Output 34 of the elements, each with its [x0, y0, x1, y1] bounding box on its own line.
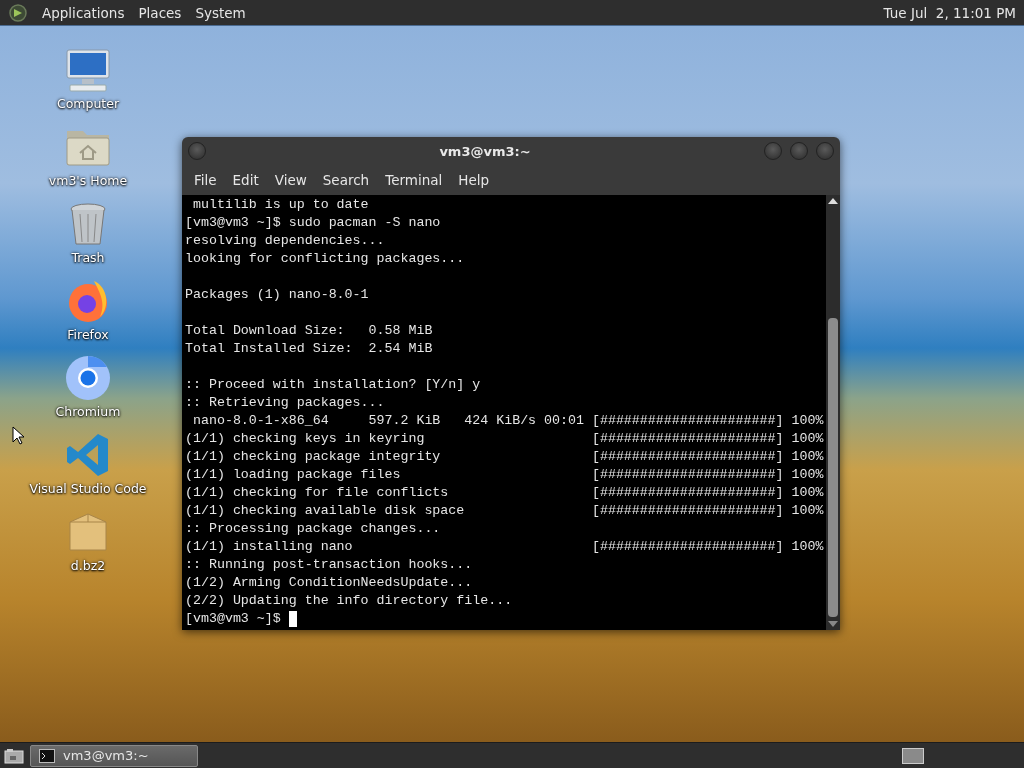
taskbar-button[interactable]: vm3@vm3:~ — [30, 744, 198, 767]
terminal-line: nano-8.0-1-x86_64 597.2 KiB 424 KiB/s 00:01 [######################] 100% — [191, 412, 824, 430]
menu-item[interactable]: Search — [314, 172, 378, 188]
menu-item[interactable]: Help — [450, 172, 498, 188]
terminal-line: [vm3@vm3 ~]$ sudo pacman -S nano — [185, 214, 441, 232]
terminal-line: (1/1) checking package integrity [######################] 100% — [185, 448, 824, 466]
menu-item[interactable]: Edit — [224, 172, 267, 188]
terminal-line: resolving dependencies... — [185, 232, 385, 250]
terminal-line: (1/1) loading package files [######################] 100% — [185, 466, 824, 484]
window-title: vm3@vm3:~ — [438, 143, 532, 159]
terminal-line: (1/2) Arming ConditionNeedsUpdate... — [185, 574, 473, 592]
terminal-line: :: Processing package changes... — [185, 520, 441, 538]
menu-item[interactable]: View — [266, 172, 315, 188]
terminal-line: (1/1) checking keys in keyring [######################] 100% — [185, 430, 824, 448]
clock[interactable]: Tue Jul 2, 11:01 PM — [883, 4, 1016, 21]
terminal-line: (2/2) Updating the info directory file... — [185, 592, 513, 610]
panel-menu[interactable]: Applications — [42, 4, 125, 21]
terminal-line: :: Retrieving packages... — [185, 394, 385, 412]
menu-item[interactable]: Terminal — [377, 172, 451, 188]
terminal-line: (1/1) checking available disk space [######################] 100% — [185, 502, 824, 520]
terminal-line: looking for conflicting packages... — [185, 250, 465, 268]
terminal-line: Total Download Size: 0.58 MiB — [185, 322, 433, 340]
desktop-icon-label[interactable]: Firefox — [67, 327, 109, 342]
terminal-line: (1/1) installing nano [######################] 100% — [185, 538, 824, 556]
terminal-line: Packages (1) nano-8.0-1 — [185, 286, 369, 304]
terminal-line: :: Running post-transaction hooks... — [185, 556, 473, 574]
menu-item[interactable]: File — [186, 172, 225, 188]
terminal-line: Total Installed Size: 2.54 MiB — [185, 340, 433, 358]
panel-menu[interactable]: System — [195, 4, 246, 21]
panel-menu[interactable]: Places — [138, 4, 182, 21]
terminal-line: multilib is up to date — [191, 196, 369, 214]
shell-prompt: [vm3@vm3 ~]$ — [185, 610, 281, 628]
terminal-line: :: Proceed with installation? [Y/n] y — [185, 376, 481, 394]
terminal-line: (1/1) checking for file conflicts [######################] 100% — [185, 484, 824, 502]
